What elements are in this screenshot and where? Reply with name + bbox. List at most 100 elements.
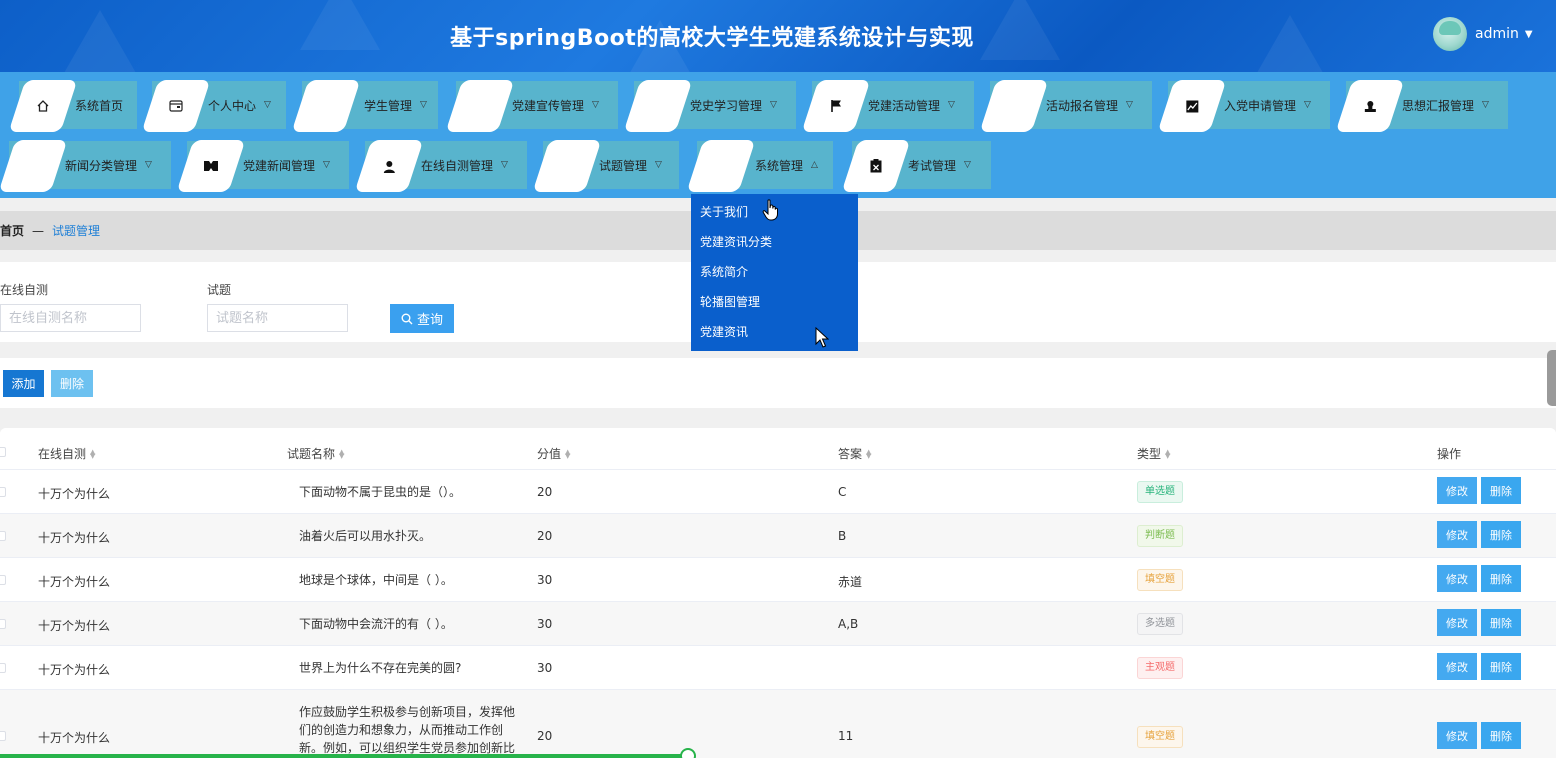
nav-label: 考试管理 [908,158,957,173]
question-input[interactable] [207,304,348,332]
avatar[interactable] [1433,17,1467,51]
delete-button[interactable]: 删除 [1481,722,1521,749]
nav-item-propaganda[interactable]: 党建宣传管理 ▽ [445,80,618,132]
sort-icon[interactable]: ▲ ▼ [565,448,570,459]
nav-item-history[interactable]: 党史学习管理 ▽ [623,80,796,132]
grid-icon [321,101,332,112]
nav-item-activity[interactable]: 党建活动管理 ▽ [801,80,974,132]
caret-down-icon[interactable]: ▼ [1525,29,1533,40]
nav-label: 系统管理 [755,158,804,173]
grid-icon [562,161,573,172]
nav-item-home[interactable]: 系统首页 [8,80,137,132]
nav-item-thought-report[interactable]: 思想汇报管理 ▽ [1335,80,1508,132]
cell-question: 作应鼓励学生积极参与创新项目，发挥他们的创造力和想象力，从而推动工作创新。例如，… [299,705,516,755]
clipboard-icon [870,159,882,173]
nav-icon-box [841,140,911,192]
row-checkbox[interactable] [0,619,6,629]
chevron-up-icon: △ [811,160,818,170]
query-button[interactable]: 查询 [390,304,454,333]
type-badge: 判断题 [1137,525,1183,547]
chevron-down-icon: ▽ [1304,100,1311,110]
chevron-down-icon: ▽ [420,100,427,110]
row-checkbox[interactable] [0,487,6,497]
nav-icon-box [354,140,424,192]
nav-item-students[interactable]: 学生管理 ▽ [291,80,438,132]
cell-question: 下面动物中会流汗的有（ ）。 [299,617,453,631]
row-checkbox[interactable] [0,731,6,741]
edit-button[interactable]: 修改 [1437,722,1477,749]
dropdown-item-carousel[interactable]: 轮播图管理 [691,288,858,318]
nav-item-application[interactable]: 入党申请管理 ▽ [1157,80,1330,132]
user-menu[interactable]: admin ▼ [1433,16,1533,52]
top-nav: 系统首页 个人中心 ▽ 学生管理 ▽ 党建宣传管理 ▽ 党史学习管理 ▽ 党建活… [0,72,1556,198]
nav-icon-box [1157,80,1227,132]
nav-item-system[interactable]: 系统管理 △ [686,140,833,192]
column-header-test[interactable]: 在线自测 ▲ ▼ [38,445,95,462]
cell-answer: 11 [838,729,854,743]
type-badge: 填空题 [1137,726,1183,748]
grid-icon [653,101,664,112]
page-scrollbar[interactable] [1547,350,1556,406]
nav-icon-box [8,80,78,132]
sort-icon[interactable]: ▲ ▼ [1165,448,1170,459]
table-row: 十万个为什么 作应鼓励学生积极参与创新项目，发挥他们的创造力和想象力，从而推动工… [0,690,1556,758]
nav-label: 党建新闻管理 [243,158,316,173]
nav-item-signup[interactable]: 活动报名管理 ▽ [979,80,1152,132]
sort-icon[interactable]: ▲ ▼ [866,448,871,459]
edit-button[interactable]: 修改 [1437,653,1477,680]
delete-button[interactable]: 删除 [1481,521,1521,548]
sort-icon[interactable]: ▲ ▼ [90,448,95,459]
column-header-question[interactable]: 试题名称 ▲ ▼ [287,445,344,462]
edit-button[interactable]: 修改 [1437,521,1477,548]
sort-icon[interactable]: ▲ ▼ [339,448,344,459]
nav-label: 个人中心 [208,98,257,113]
nav-item-exam[interactable]: 考试管理 ▽ [841,140,991,192]
dropdown-item-intro[interactable]: 系统简介 [691,258,858,288]
dropdown-item-news[interactable]: 党建资讯 [691,318,858,348]
delete-button[interactable]: 删除 [1481,565,1521,592]
column-header-answer[interactable]: 答案 ▲ ▼ [838,445,871,462]
edit-button[interactable]: 修改 [1437,565,1477,592]
edit-button[interactable]: 修改 [1437,609,1477,636]
column-header-type[interactable]: 类型 ▲ ▼ [1137,445,1170,462]
row-checkbox[interactable] [0,575,6,585]
online-test-input[interactable] [0,304,141,332]
column-header-label: 答案 [838,447,863,461]
chevron-down-icon: ▽ [145,160,152,170]
column-header-actions: 操作 [1437,445,1461,462]
cell-answer: 赤道 [838,575,863,589]
row-checkbox[interactable] [0,531,6,541]
dropdown-item-news-category[interactable]: 党建资讯分类 [691,228,858,258]
delete-button[interactable]: 删除 [1481,477,1521,504]
nav-label: 在线自测管理 [421,158,494,173]
nav-icon-box [141,80,211,132]
breadcrumb-home[interactable]: 首页 [0,222,24,239]
add-button[interactable]: 添加 [3,370,44,397]
grid-icon [716,161,727,172]
username[interactable]: admin [1475,26,1519,42]
edit-button[interactable]: 修改 [1437,477,1477,504]
nav-label: 系统首页 [75,98,124,113]
delete-button[interactable]: 删除 [1481,653,1521,680]
column-header-score[interactable]: 分值 ▲ ▼ [537,445,570,462]
nav-icon-box [979,80,1049,132]
nav-item-online-test[interactable]: 在线自测管理 ▽ [354,140,527,192]
nav-item-question[interactable]: 试题管理 ▽ [532,140,679,192]
question-label: 试题 [207,283,232,297]
type-badge: 单选题 [1137,481,1183,503]
select-all-checkbox[interactable] [0,447,6,457]
nav-label: 党建活动管理 [868,98,941,113]
cell-question: 地球是个球体，中间是（ ）。 [299,573,453,587]
nav-item-news-category[interactable]: 新闻分类管理 ▽ [0,140,171,192]
row-checkbox[interactable] [0,663,6,673]
flag-icon [830,99,842,113]
chart-icon [1186,100,1199,113]
table-row: 十万个为什么 下面动物中会流汗的有（ ）。 30 A,B 多选题 修改 删除 [0,602,1556,646]
nav-item-personal[interactable]: 个人中心 ▽ [141,80,286,132]
chevron-down-icon: ▽ [323,160,330,170]
batch-delete-button[interactable]: 删除 [51,370,93,397]
query-button-label: 查询 [416,312,443,327]
delete-button[interactable]: 删除 [1481,609,1521,636]
nav-item-party-news[interactable]: 党建新闻管理 ▽ [176,140,349,192]
table-row: 十万个为什么 世界上为什么不存在完美的圆? 30 主观题 修改 删除 [0,646,1556,690]
